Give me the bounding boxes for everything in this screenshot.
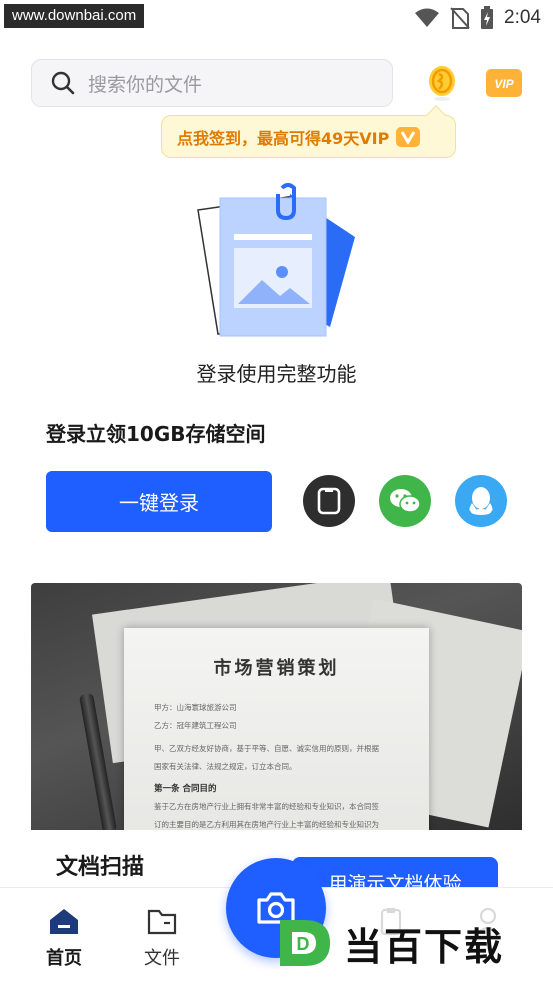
qq-penguin-icon bbox=[469, 487, 493, 515]
sample-doc-line: 国家有关法律、法规之规定，订立本合同。 bbox=[154, 762, 297, 771]
vip-icon[interactable]: VIP bbox=[485, 68, 523, 98]
wechat-icon bbox=[390, 489, 421, 513]
brand-d-logo-icon: D bbox=[280, 920, 330, 966]
sample-doc-section: 第一条 合同目的 bbox=[154, 784, 217, 794]
battery-charging-icon bbox=[481, 6, 494, 29]
phone-login-button[interactable] bbox=[303, 475, 355, 527]
scan-sample-photo: 市场营销策划 甲方：山海寰球旅游公司 乙方：冠年建筑工程公司 甲、乙双方经友好协… bbox=[31, 583, 522, 830]
no-sim-icon bbox=[450, 7, 470, 29]
document-illustration bbox=[197, 183, 355, 337]
checkin-text: 点我签到，最高可得49天VIP bbox=[177, 128, 390, 148]
search-placeholder: 搜索你的文件 bbox=[88, 73, 203, 96]
qq-login-button[interactable] bbox=[455, 475, 507, 527]
document-scan-card[interactable]: 市场营销策划 甲方：山海寰球旅游公司 乙方：冠年建筑工程公司 甲、乙双方经友好协… bbox=[31, 583, 522, 903]
search-icon bbox=[51, 71, 75, 95]
status-icons: 2:04 bbox=[414, 6, 541, 30]
sample-doc-line: 订的主要目的是乙方利用其在房地产行业上丰富的经验和专业知识为 bbox=[154, 820, 379, 829]
sample-doc-line: 甲方：山海寰球旅游公司 bbox=[154, 703, 237, 712]
vip-badge-icon bbox=[396, 126, 421, 147]
sample-document: 市场营销策划 甲方：山海寰球旅游公司 乙方：冠年建筑工程公司 甲、乙双方经友好协… bbox=[124, 628, 429, 830]
one-click-login-button[interactable]: 一键登录 bbox=[46, 471, 272, 532]
clock: 2:04 bbox=[504, 7, 541, 28]
wifi-icon bbox=[415, 8, 440, 27]
storage-offer-text: 登录立领10GB存储空间 bbox=[46, 422, 266, 446]
sample-doc-line: 乙方：冠年建筑工程公司 bbox=[154, 721, 237, 730]
brand-watermark-logo: D 当百下载 bbox=[272, 913, 547, 973]
nav-label-home: 首页 bbox=[46, 948, 82, 969]
nav-label-files: 文件 bbox=[144, 948, 180, 969]
checkin-tooltip[interactable]: 点我签到，最高可得49天VIP bbox=[161, 105, 456, 158]
brand-text: 当百下载 bbox=[344, 924, 505, 969]
status-bar: www.downbai.com 2:04 bbox=[0, 0, 553, 34]
sample-doc-title: 市场营销策划 bbox=[213, 658, 340, 679]
checkin-coin-icon[interactable] bbox=[427, 64, 457, 102]
tooltip-arrow bbox=[426, 105, 446, 125]
sample-doc-line: 甲、乙双方经友好协商，基于平等、自愿、诚实信用的原则，并根据 bbox=[154, 744, 379, 753]
watermark-url: www.downbai.com bbox=[4, 4, 145, 28]
nav-item-home[interactable]: 首页 bbox=[29, 888, 99, 970]
wechat-login-button[interactable] bbox=[379, 475, 431, 527]
svg-text:VIP: VIP bbox=[494, 77, 514, 91]
home-icon bbox=[50, 909, 78, 934]
nav-item-files[interactable]: 文件 bbox=[127, 888, 197, 970]
svg-text:D: D bbox=[297, 934, 310, 954]
sample-doc-line: 鉴于乙方在房地产行业上拥有非常丰富的经验和专业知识，本合同签 bbox=[154, 802, 379, 811]
folder-icon bbox=[147, 909, 177, 935]
phone-icon bbox=[317, 487, 341, 515]
search-input[interactable]: 搜索你的文件 bbox=[31, 59, 393, 107]
card-title: 文档扫描 bbox=[56, 855, 145, 880]
login-title: 登录使用完整功能 bbox=[196, 362, 357, 386]
